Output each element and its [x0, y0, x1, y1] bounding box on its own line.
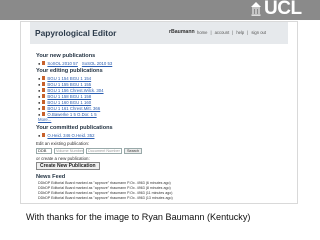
- volume-number-input[interactable]: Volume Number: [54, 147, 84, 154]
- bullet-icon: ●: [38, 87, 41, 93]
- publication-link[interactable]: BGU 1 154 BGU 1 154: [47, 76, 91, 81]
- nav-help-link[interactable]: help: [236, 30, 244, 35]
- nav-home-link[interactable]: home: [197, 30, 207, 35]
- document-icon: [42, 106, 46, 110]
- edit-existing-label: Edit an existing publication:: [36, 141, 90, 146]
- news-feed-heading: News Feed: [36, 174, 66, 180]
- search-button[interactable]: Search: [124, 147, 143, 154]
- ucl-logo-text: UCL: [264, 0, 302, 19]
- document-icon: [42, 112, 46, 116]
- committed-publications-heading: Your committed publications: [36, 125, 113, 131]
- news-item: DDbDP Editorial Board marked as "approve…: [38, 186, 171, 190]
- ucl-crest-icon: [251, 2, 261, 16]
- bullet-icon: ●: [38, 111, 41, 117]
- document-icon: [42, 94, 46, 98]
- publication-link[interactable]: O.Bawerke 1 5 O.Dor. 1 5: [47, 112, 96, 117]
- bullet-icon: ●: [38, 75, 41, 81]
- document-icon: [42, 82, 46, 86]
- current-user: rBaumann: [169, 29, 195, 35]
- publication-link[interactable]: O.Heid. 346 O.Heid. 352: [47, 133, 94, 138]
- document-icon: [42, 61, 46, 65]
- list-item[interactable]: ● SoSOL 2010 57 SoSOL 2010 53: [38, 60, 112, 66]
- create-new-publication-button[interactable]: Create New Publication: [36, 162, 100, 170]
- app-header: Papyrological Editor rBaumann home | acc…: [30, 22, 288, 44]
- document-number-input[interactable]: Document Number: [86, 147, 122, 154]
- slide: UCL Papyrological Editor rBaumann home |…: [0, 0, 320, 240]
- bullet-icon: ●: [38, 81, 41, 87]
- publication-link[interactable]: SoSOL 2010 53: [82, 61, 112, 66]
- bullet-icon: ●: [38, 105, 41, 111]
- bullet-icon: ●: [38, 60, 41, 66]
- list-item[interactable]: ● O.Heid. 346 O.Heid. 352: [38, 132, 94, 138]
- news-item: DDbDP Editorial Board marked as "approve…: [38, 191, 173, 195]
- new-publications-heading: Your new publications: [36, 53, 96, 59]
- ucl-header-bar: UCL: [0, 0, 320, 20]
- document-icon: [42, 76, 46, 80]
- bullet-icon: ●: [38, 132, 41, 138]
- document-icon: [42, 133, 46, 137]
- document-icon: [42, 100, 46, 104]
- app-screenshot: Papyrological Editor rBaumann home | acc…: [20, 21, 298, 204]
- publication-link[interactable]: BGU 1 161 Chrest.Mitt. 366: [47, 106, 100, 111]
- publication-link[interactable]: BGU 1 158 BGU 1 158: [47, 94, 91, 99]
- publication-link[interactable]: BGU 1 160 BGU 1 160: [47, 100, 91, 105]
- news-item: DDbDP Editorial Board marked as "approve…: [38, 181, 171, 185]
- publication-link[interactable]: BGU 1 156 Chrest.Wilck. 304: [47, 88, 103, 93]
- slide-caption: With thanks for the image to Ryan Bauman…: [26, 212, 251, 222]
- more-link[interactable]: More...: [38, 117, 51, 122]
- top-nav: home | account | help | sign out: [197, 30, 267, 35]
- app-title: Papyrological Editor: [35, 28, 117, 38]
- publication-link[interactable]: BGU 1 155 BGU 1 155: [47, 82, 91, 87]
- nav-account-link[interactable]: account: [215, 30, 230, 35]
- app-window: Papyrological Editor rBaumann home | acc…: [30, 22, 288, 203]
- editing-publications-heading: Your editing publications: [36, 68, 103, 74]
- edit-existing-form: DDB Volume Number Document Number Search: [36, 147, 143, 154]
- news-item: DDbDP Editorial Board marked as "approve…: [38, 196, 173, 200]
- series-select[interactable]: DDB: [36, 147, 52, 154]
- bullet-icon: ●: [38, 99, 41, 105]
- create-label: or create a new publication:: [36, 156, 90, 161]
- document-icon: [42, 88, 46, 92]
- bullet-icon: ●: [38, 93, 41, 99]
- publication-link[interactable]: SoSOL 2010 57: [47, 61, 77, 66]
- nav-sign-out-link[interactable]: sign out: [251, 30, 266, 35]
